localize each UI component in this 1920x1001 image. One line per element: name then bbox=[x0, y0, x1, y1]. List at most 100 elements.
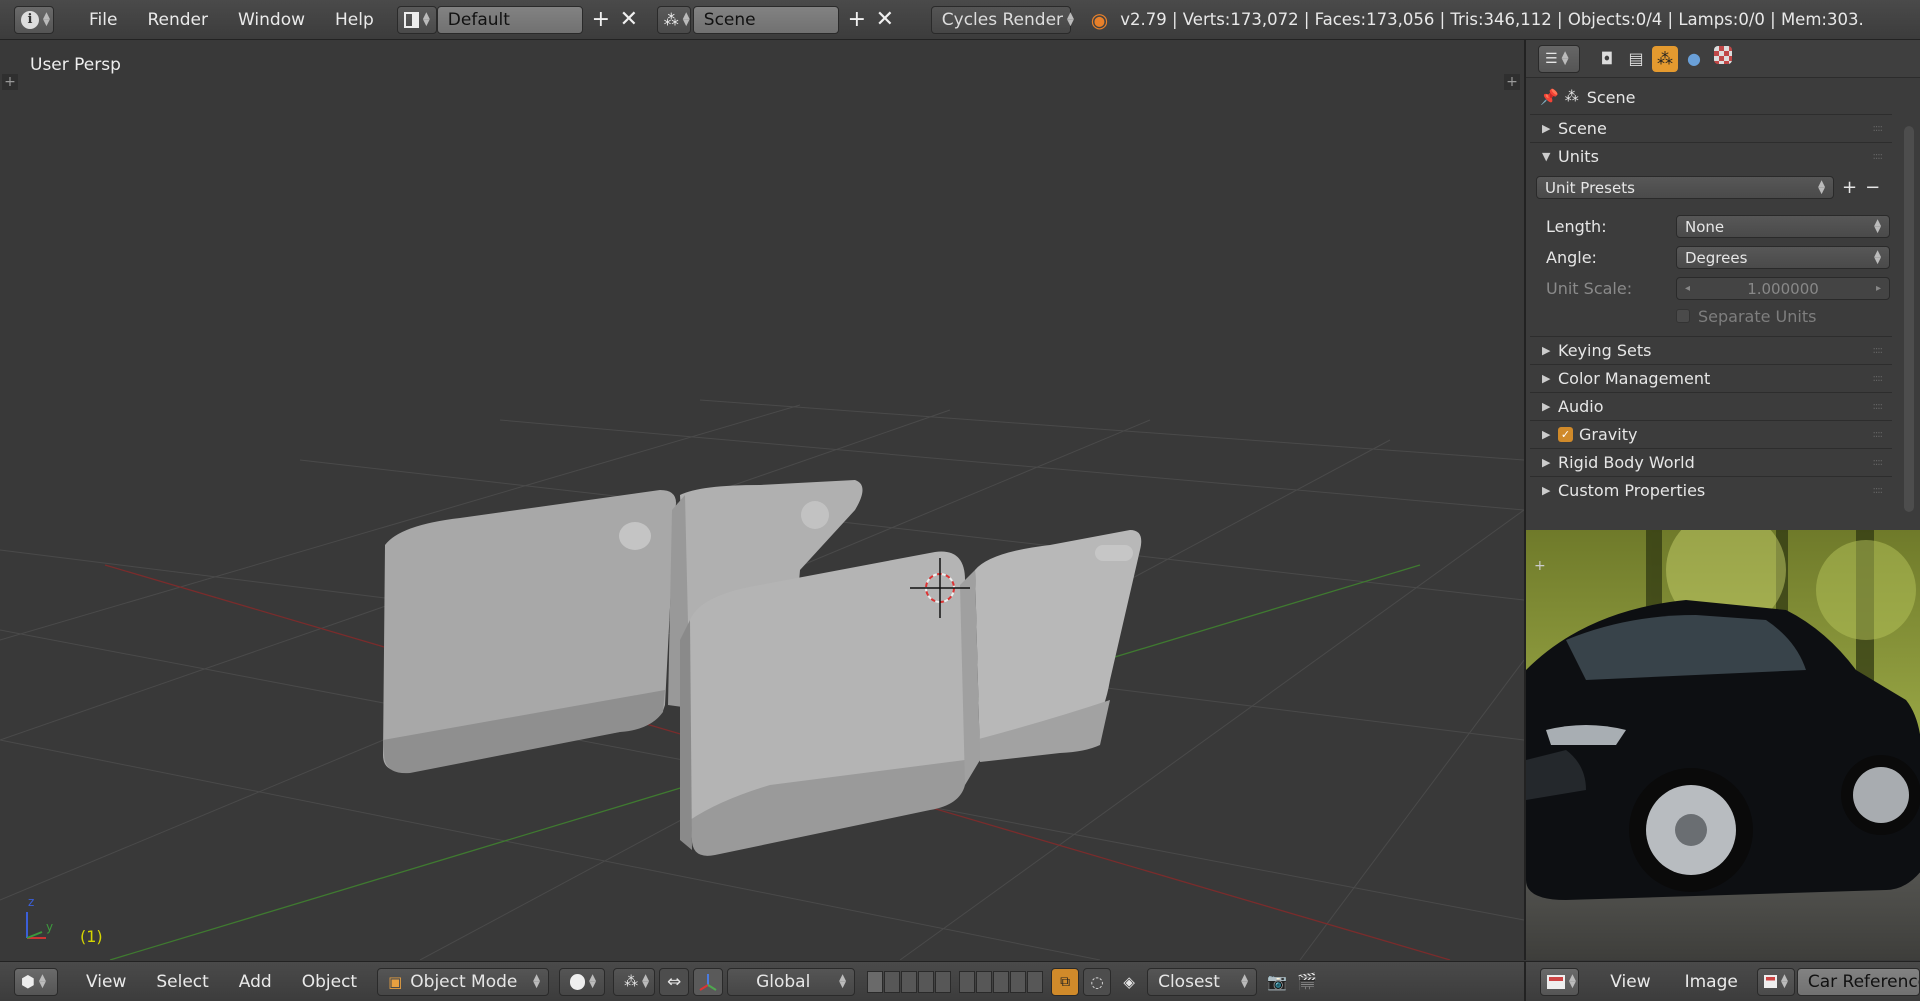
screen-layout-browse[interactable]: ▲ ▼ bbox=[396, 5, 437, 34]
axis-z-label: z bbox=[28, 895, 34, 909]
panel-scene[interactable]: ▶ Scene :::: bbox=[1530, 114, 1892, 142]
drag-grip-icon[interactable]: :::: bbox=[1873, 123, 1884, 134]
layout-name-field[interactable]: Default bbox=[436, 5, 583, 34]
add-scene-icon[interactable]: + bbox=[843, 7, 871, 32]
scene-name-field[interactable]: Scene bbox=[692, 5, 839, 34]
render-engine-dropdown[interactable]: Cycles Render ▲ ▼ bbox=[930, 5, 1074, 34]
editor-type-selector[interactable]: ▲ ▼ bbox=[1540, 967, 1580, 996]
drag-grip-icon[interactable]: :::: bbox=[1873, 345, 1884, 356]
breadcrumb-scene: Scene bbox=[1586, 87, 1636, 107]
layer-button[interactable] bbox=[867, 970, 884, 993]
drag-grip-icon[interactable]: :::: bbox=[1873, 151, 1884, 162]
drag-grip-icon[interactable]: :::: bbox=[1873, 373, 1884, 384]
pivot-point-dropdown[interactable]: ⁂ ▲ ▼ bbox=[613, 967, 656, 996]
editor-type-selector[interactable]: ☰ ▲ ▼ bbox=[1538, 44, 1580, 73]
render-tab-icon[interactable]: ◘ bbox=[1594, 46, 1620, 72]
editor-type-selector[interactable]: i ▲ ▼ bbox=[14, 5, 54, 34]
layer-button[interactable] bbox=[1010, 970, 1027, 993]
3d-viewport[interactable]: z y User Persp (1) + + bbox=[0, 40, 1524, 960]
lock-camera-layers-icon[interactable]: ⧉ bbox=[1051, 967, 1080, 996]
layer-button[interactable] bbox=[959, 970, 976, 993]
scene-tab-icon[interactable]: ⁂ bbox=[1652, 45, 1678, 72]
unit-scale-field: ◂ 1.000000 ▸ bbox=[1676, 277, 1890, 300]
image-browse[interactable]: ▲ ▼ bbox=[1756, 967, 1795, 996]
menu-view[interactable]: View bbox=[76, 972, 136, 992]
info-header: i ▲ ▼ File Render Window Help ▲ ▼ Default … bbox=[0, 0, 1920, 40]
viewport-canvas[interactable]: z y bbox=[0, 40, 1524, 960]
remove-layout-icon[interactable]: ✕ bbox=[615, 7, 643, 32]
remove-scene-icon[interactable]: ✕ bbox=[871, 7, 899, 32]
render-layers-tab-icon[interactable]: ▤ bbox=[1623, 46, 1649, 72]
menu-view[interactable]: View bbox=[1595, 972, 1665, 992]
scrollbar-thumb[interactable] bbox=[1904, 126, 1914, 512]
image-editor-canvas[interactable]: + bbox=[1524, 530, 1920, 960]
pin-icon[interactable]: 📌 bbox=[1540, 88, 1559, 106]
gravity-checkbox[interactable]: ✓ bbox=[1558, 427, 1573, 442]
layer-button[interactable] bbox=[976, 970, 993, 993]
length-unit-dropdown[interactable]: None ▲ ▼ bbox=[1676, 215, 1890, 238]
manipulator-toggle-icon[interactable]: ⇔ bbox=[659, 967, 690, 996]
viewport-shading-dropdown[interactable]: ▲ ▼ bbox=[559, 967, 606, 996]
menu-render[interactable]: Render bbox=[132, 10, 223, 30]
menu-image[interactable]: Image bbox=[1670, 972, 1753, 992]
panel-custom-properties[interactable]: ▶ Custom Properties :::: bbox=[1530, 476, 1892, 504]
drag-grip-icon[interactable]: :::: bbox=[1873, 401, 1884, 412]
panel-units[interactable]: ▼ Units :::: bbox=[1530, 142, 1892, 170]
collapsed-arrow-icon: ▶ bbox=[1542, 344, 1551, 357]
menu-window[interactable]: Window bbox=[223, 10, 320, 30]
menu-add[interactable]: Add bbox=[229, 972, 282, 992]
render-opengl-icon[interactable]: 📷 bbox=[1263, 968, 1291, 996]
layer-button[interactable] bbox=[935, 970, 952, 993]
properties-scrollbar[interactable] bbox=[1904, 126, 1914, 512]
layer-buttons-group-1[interactable] bbox=[867, 970, 952, 993]
drag-grip-icon[interactable]: :::: bbox=[1873, 457, 1884, 468]
image-name-field[interactable]: Car Reference.p bbox=[1796, 967, 1920, 996]
drag-grip-icon[interactable]: :::: bbox=[1873, 485, 1884, 496]
panel-rigid-body-world[interactable]: ▶ Rigid Body World :::: bbox=[1530, 448, 1892, 476]
snap-element-icon[interactable]: ◈ bbox=[1115, 968, 1143, 996]
menu-help[interactable]: Help bbox=[320, 10, 389, 30]
unit-presets-dropdown[interactable]: Unit Presets ▲ ▼ bbox=[1536, 176, 1834, 199]
panel-color-management[interactable]: ▶ Color Management :::: bbox=[1530, 364, 1892, 392]
interaction-mode-dropdown[interactable]: ▣ Object Mode ▲ ▼ bbox=[377, 967, 550, 996]
panel-title: Custom Properties bbox=[1558, 481, 1706, 500]
remove-preset-icon[interactable]: − bbox=[1865, 177, 1880, 198]
menu-file[interactable]: File bbox=[74, 10, 132, 30]
panel-audio[interactable]: ▶ Audio :::: bbox=[1530, 392, 1892, 420]
updown-icon: ▲ ▼ bbox=[642, 972, 650, 990]
properties-region-toggle-icon[interactable]: + bbox=[1504, 74, 1520, 90]
layer-button[interactable] bbox=[901, 970, 918, 993]
world-tab-icon[interactable]: ● bbox=[1681, 46, 1707, 72]
proportional-editing-icon[interactable]: ◌ bbox=[1083, 967, 1112, 996]
layer-button[interactable] bbox=[918, 970, 935, 993]
view-axis-gizmo: z y bbox=[26, 895, 53, 939]
tool-shelf-toggle-icon[interactable]: + bbox=[2, 74, 18, 90]
object-mode-icon: ▣ bbox=[388, 972, 403, 991]
layer-button[interactable] bbox=[1027, 970, 1044, 993]
panel-title: Scene bbox=[1558, 119, 1607, 138]
add-preset-icon[interactable]: + bbox=[1842, 177, 1857, 198]
angle-unit-dropdown[interactable]: Degrees ▲ ▼ bbox=[1676, 246, 1890, 269]
menu-object[interactable]: Object bbox=[292, 972, 367, 992]
scene-statistics: v2.79 | Verts:173,072 | Faces:173,056 | … bbox=[1120, 10, 1864, 29]
properties-header: ☰ ▲ ▼ ◘ ▤ ⁂ ● bbox=[1526, 40, 1920, 78]
panel-keying-sets[interactable]: ▶ Keying Sets :::: bbox=[1530, 336, 1892, 364]
view-name-label: User Persp bbox=[30, 55, 121, 75]
panel-gravity[interactable]: ▶ ✓ Gravity :::: bbox=[1530, 420, 1892, 448]
render-animation-icon[interactable]: 🎬 bbox=[1293, 968, 1321, 996]
snap-target-dropdown[interactable]: Closest ▲ ▼ bbox=[1147, 967, 1258, 996]
layer-button[interactable] bbox=[884, 970, 901, 993]
menu-select[interactable]: Select bbox=[146, 972, 218, 992]
transform-orientation-dropdown[interactable]: Global ▲ ▼ bbox=[727, 967, 856, 996]
layer-button[interactable] bbox=[993, 970, 1010, 993]
unit-presets-label: Unit Presets bbox=[1545, 178, 1635, 197]
add-layout-icon[interactable]: + bbox=[587, 7, 615, 32]
drag-grip-icon[interactable]: :::: bbox=[1873, 429, 1884, 440]
angle-label: Angle: bbox=[1546, 248, 1597, 267]
texture-tab-icon[interactable] bbox=[1714, 45, 1732, 64]
editor-type-selector[interactable]: ⬢ ▲ ▼ bbox=[14, 967, 58, 996]
layer-buttons-group-2[interactable] bbox=[959, 970, 1044, 993]
translate-manipulator-icon[interactable] bbox=[693, 967, 724, 996]
separate-units-label: Separate Units bbox=[1698, 306, 1817, 326]
scene-browse[interactable]: ⁂ ▲ ▼ bbox=[656, 5, 691, 34]
